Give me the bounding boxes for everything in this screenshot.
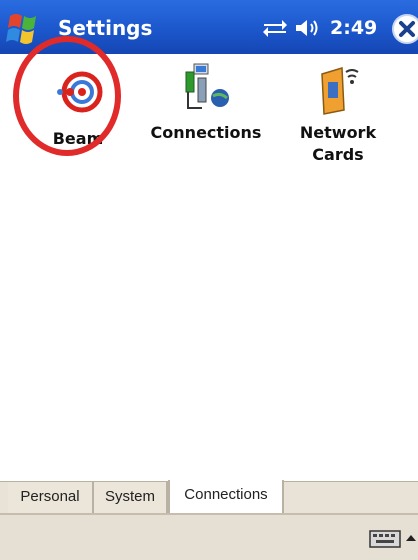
keyboard-icon[interactable]	[368, 527, 404, 549]
close-icon	[399, 21, 415, 37]
tab-system-label: System	[104, 488, 155, 505]
tab-connections-label: Connections	[184, 486, 268, 503]
highlight-circle	[13, 36, 121, 156]
connections-item[interactable]: Connections	[148, 62, 264, 144]
tab-strip: Personal System Connections	[0, 480, 418, 513]
settings-content: Beam Connections Network Cards	[0, 36, 418, 481]
close-button[interactable]	[392, 14, 418, 44]
network-cards-label-line1: Network	[299, 123, 377, 142]
connections-icon	[185, 63, 229, 109]
network-cards-icon	[321, 67, 359, 115]
tab-personal-label: Personal	[20, 488, 80, 505]
clock-time[interactable]: 2:49	[330, 17, 377, 39]
connections-label: Connections	[150, 123, 262, 142]
speaker-icon[interactable]	[294, 17, 322, 39]
tab-personal[interactable]: Personal	[8, 482, 94, 513]
tab-connections[interactable]: Connections	[168, 480, 284, 513]
connection-arrows-icon[interactable]	[262, 18, 288, 38]
menu-bar	[0, 513, 418, 560]
network-cards-label-line2: Cards	[312, 145, 364, 164]
tab-system[interactable]: System	[94, 482, 168, 513]
up-arrow-icon[interactable]	[404, 527, 418, 549]
network-cards-item[interactable]: Network Cards	[290, 62, 386, 166]
